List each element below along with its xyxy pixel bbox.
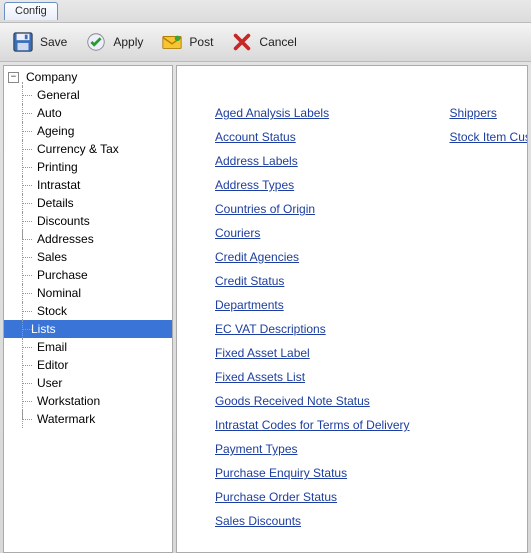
link-purchase-order-status[interactable]: Purchase Order Status <box>215 490 410 504</box>
tree-node-discounts[interactable]: Discounts <box>4 212 172 230</box>
tree-label: Nominal <box>34 285 84 301</box>
link-payment-types[interactable]: Payment Types <box>215 442 410 456</box>
tree-node-user[interactable]: User <box>4 374 172 392</box>
tree-node-addresses[interactable]: Addresses <box>4 230 172 248</box>
link-countries-of-origin[interactable]: Countries of Origin <box>215 202 410 216</box>
tree-node-watermark[interactable]: Watermark <box>4 410 172 428</box>
save-label: Save <box>40 35 67 49</box>
tree-label: User <box>34 375 65 391</box>
tree-node-currency-tax[interactable]: Currency & Tax <box>4 140 172 158</box>
tree-label: Company <box>23 69 80 85</box>
link-purchase-enquiry-status[interactable]: Purchase Enquiry Status <box>215 466 410 480</box>
tree-label: Intrastat <box>34 177 83 193</box>
tree-node-details[interactable]: Details <box>4 194 172 212</box>
tree-node-email[interactable]: Email <box>4 338 172 356</box>
tree-label: Lists <box>28 321 59 337</box>
link-couriers[interactable]: Couriers <box>215 226 410 240</box>
tree-label: Printing <box>34 159 81 175</box>
link-goods-received-note-status[interactable]: Goods Received Note Status <box>215 394 410 408</box>
link-ec-vat-descriptions[interactable]: EC VAT Descriptions <box>215 322 410 336</box>
tree-label: Ageing <box>34 123 77 139</box>
apply-button[interactable]: Apply <box>81 29 147 55</box>
link-sales-discounts[interactable]: Sales Discounts <box>215 514 410 528</box>
envelope-icon <box>161 31 183 53</box>
link-shippers[interactable]: Shippers <box>450 106 528 120</box>
tree-label: Auto <box>34 105 65 121</box>
tree-label: Details <box>34 195 77 211</box>
tree-node-nominal[interactable]: Nominal <box>4 284 172 302</box>
tree-label: Watermark <box>34 411 98 427</box>
link-stock-item-custom-parameter-labels[interactable]: Stock Item Custom Parameter Labels <box>450 130 528 144</box>
link-credit-status[interactable]: Credit Status <box>215 274 410 288</box>
toolbar: Save Apply Post Cancel <box>0 22 531 62</box>
tree-label: Editor <box>34 357 71 373</box>
tree-node-company[interactable]: − Company <box>4 68 172 86</box>
save-button[interactable]: Save <box>8 29 71 55</box>
tree-label: Email <box>34 339 70 355</box>
tree-node-editor[interactable]: Editor <box>4 356 172 374</box>
tree-node-workstation[interactable]: Workstation <box>4 392 172 410</box>
tree-node-printing[interactable]: Printing <box>4 158 172 176</box>
tab-bar: Config <box>0 0 531 22</box>
tree-node-sales[interactable]: Sales <box>4 248 172 266</box>
cancel-button[interactable]: Cancel <box>227 29 300 55</box>
links-column-left: Aged Analysis Labels Account Status Addres… <box>215 106 410 528</box>
tree-node-stock[interactable]: Stock <box>4 302 172 320</box>
link-address-labels[interactable]: Address Labels <box>215 154 410 168</box>
lists-panel: Aged Analysis Labels Account Status Addres… <box>176 65 528 553</box>
link-departments[interactable]: Departments <box>215 298 410 312</box>
link-intrastat-codes-for-terms-of-delivery[interactable]: Intrastat Codes for Terms of Delivery <box>215 418 410 432</box>
post-button[interactable]: Post <box>157 29 217 55</box>
tree-panel: − Company General Auto Ageing Currency & Ta… <box>3 65 173 553</box>
tab-label: Config <box>15 5 47 17</box>
config-tree: − Company General Auto Ageing Currency & Ta… <box>4 68 172 428</box>
cancel-label: Cancel <box>259 35 296 49</box>
tree-node-intrastat[interactable]: Intrastat <box>4 176 172 194</box>
apply-icon <box>85 31 107 53</box>
tree-label: Purchase <box>34 267 91 283</box>
tab-config[interactable]: Config <box>4 2 58 20</box>
tree-node-lists[interactable]: Lists <box>3 320 172 338</box>
floppy-icon <box>12 31 34 53</box>
tree-label: Addresses <box>34 231 97 247</box>
tree-label: Stock <box>34 303 70 319</box>
tree-label: Currency & Tax <box>34 141 122 157</box>
tree-label: Discounts <box>34 213 93 229</box>
tree-node-general[interactable]: General <box>4 86 172 104</box>
apply-label: Apply <box>113 35 143 49</box>
link-account-status[interactable]: Account Status <box>215 130 410 144</box>
link-credit-agencies[interactable]: Credit Agencies <box>215 250 410 264</box>
link-fixed-assets-list[interactable]: Fixed Assets List <box>215 370 410 384</box>
tree-node-purchase[interactable]: Purchase <box>4 266 172 284</box>
link-fixed-asset-label[interactable]: Fixed Asset Label <box>215 346 410 360</box>
post-label: Post <box>189 35 213 49</box>
links-column-right: Shippers Stock Item Custom Parameter Labe… <box>450 106 528 144</box>
collapse-icon[interactable]: − <box>8 72 19 83</box>
link-address-types[interactable]: Address Types <box>215 178 410 192</box>
link-aged-analysis-labels[interactable]: Aged Analysis Labels <box>215 106 410 120</box>
tree-label: Sales <box>34 249 70 265</box>
tree-node-auto[interactable]: Auto <box>4 104 172 122</box>
cancel-icon <box>231 31 253 53</box>
tree-node-ageing[interactable]: Ageing <box>4 122 172 140</box>
tree-label: Workstation <box>34 393 103 409</box>
tree-label: General <box>34 87 83 103</box>
